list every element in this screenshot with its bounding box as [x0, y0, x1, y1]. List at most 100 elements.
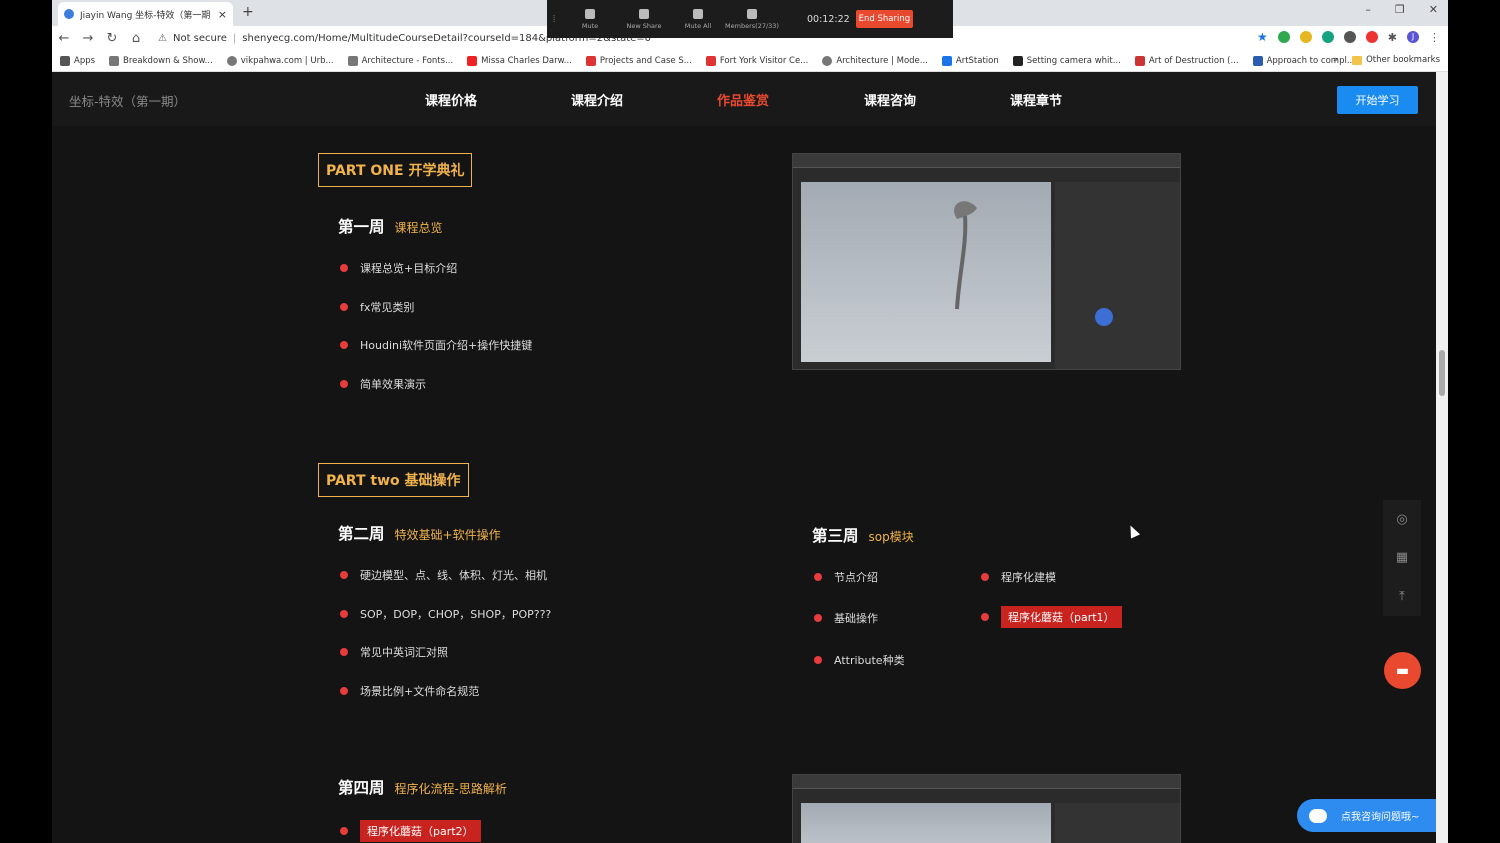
- close-window-button[interactable]: ✕: [1429, 3, 1438, 16]
- consult-button[interactable]: 点我咨询问题哦~: [1297, 799, 1436, 832]
- more-bookmarks-chevron-icon[interactable]: »: [1333, 55, 1338, 65]
- nav-works-gallery[interactable]: 作品鉴赏: [717, 90, 769, 109]
- bookmark-item[interactable]: Setting camera whit...: [1012, 55, 1121, 66]
- km-icon: [585, 55, 596, 66]
- menu-dots-icon[interactable]: ⋮: [1429, 31, 1440, 44]
- list-item: 硬边模型、点、线、体积、灯光、相机: [340, 567, 547, 583]
- list-item-highlighted[interactable]: 程序化蘑菇（part2）: [340, 820, 481, 842]
- bullet-dot-icon: [814, 614, 822, 622]
- minimize-button[interactable]: –: [1365, 3, 1371, 16]
- members-button[interactable]: Members(27/33): [725, 8, 779, 30]
- course-page: 坐标-特效（第一期） 课程价格 课程介绍 作品鉴赏 课程咨询 课程章节 开始学习…: [52, 72, 1436, 843]
- youtube-icon: [467, 55, 478, 66]
- evernote-icon[interactable]: [1277, 31, 1290, 43]
- nav-course-intro[interactable]: 课程介绍: [571, 90, 623, 109]
- bookmark-icon: [1252, 55, 1263, 66]
- mute-button[interactable]: Mute: [563, 8, 617, 30]
- list-item: 基础操作: [814, 610, 878, 626]
- bookmark-item[interactable]: Projects and Case S...: [585, 55, 692, 66]
- reload-icon[interactable]: ↻: [100, 31, 124, 46]
- other-bookmarks[interactable]: » Other bookmarks: [1333, 55, 1440, 65]
- site-brand[interactable]: 坐标-特效（第一期）: [69, 91, 186, 110]
- network-node-icon: [1095, 308, 1113, 326]
- bookmark-icon: [109, 55, 120, 66]
- scrollbar-thumb[interactable]: [1439, 350, 1445, 396]
- shield-extension-icon[interactable]: [1343, 31, 1356, 43]
- bookmark-item[interactable]: vikpahwa.com | Urb...: [226, 55, 334, 66]
- new-share-button[interactable]: New Share: [617, 8, 671, 30]
- mute-all-icon: [693, 8, 703, 19]
- puzzle-icon[interactable]: ✱: [1388, 31, 1397, 44]
- mute-all-button[interactable]: Mute All: [671, 8, 725, 30]
- browser-tab[interactable]: Jiayin Wang 坐标-特效（第一期 ×: [58, 2, 233, 26]
- bookmark-item[interactable]: ArtStation: [941, 55, 999, 66]
- restore-button[interactable]: ❐: [1395, 3, 1405, 16]
- back-arrow-icon[interactable]: ←: [52, 31, 76, 46]
- window-controls: – ❐ ✕: [1365, 3, 1438, 16]
- bookmark-star-icon[interactable]: ★: [1257, 30, 1268, 44]
- week-title: 特效基础+软件操作: [394, 528, 501, 542]
- bullet-dot-icon: [340, 687, 348, 695]
- nav-course-price[interactable]: 课程价格: [425, 90, 477, 109]
- list-item: fx常见类别: [340, 299, 414, 315]
- bookmark-icon: [347, 55, 358, 66]
- list-item: 常见中英词汇对照: [340, 644, 448, 660]
- chat-bubble-icon[interactable]: ▬: [1384, 652, 1421, 689]
- bookmark-item[interactable]: Breakdown & Show...: [109, 55, 213, 66]
- list-item: 课程总览+目标介绍: [340, 260, 457, 276]
- bookmark-item[interactable]: Art of Destruction (...: [1134, 55, 1239, 66]
- end-sharing-button[interactable]: End Sharing: [855, 10, 914, 28]
- grammarly-icon[interactable]: [1321, 31, 1334, 43]
- nav-course-consult[interactable]: 课程咨询: [864, 90, 916, 109]
- tab-close-icon[interactable]: ×: [218, 8, 227, 21]
- week-4-header: 第四周 程序化流程-思路解析: [338, 776, 507, 798]
- security-label: Not secure: [172, 32, 227, 44]
- screenshot-menubar: [793, 775, 1180, 789]
- list-item: 场景比例+文件命名规范: [340, 683, 479, 699]
- profile-avatar[interactable]: J: [1407, 31, 1419, 43]
- nav-course-chapters[interactable]: 课程章节: [1010, 90, 1062, 109]
- site-nav: 坐标-特效（第一期） 课程价格 课程介绍 作品鉴赏 课程咨询 课程章节 开始学习: [52, 72, 1436, 126]
- drag-handle-icon[interactable]: ⦙: [553, 14, 563, 25]
- week-3-header: 第三周 sop模块: [812, 524, 914, 546]
- apps-grid-icon: [60, 55, 70, 66]
- list-item: 节点介绍: [814, 569, 878, 585]
- forward-arrow-icon[interactable]: →: [76, 31, 100, 46]
- list-item: Houdini软件页面介绍+操作快捷键: [340, 337, 532, 353]
- address-separator: |: [232, 32, 237, 44]
- list-item-highlighted[interactable]: 程序化蘑菇（part1）: [981, 606, 1122, 628]
- bookmark-item[interactable]: Fort York Visitor Ce...: [705, 55, 808, 66]
- side-toolbar: ◎ ▦ ⤒: [1383, 500, 1421, 616]
- bullet-dot-icon: [814, 573, 822, 581]
- consult-label: 点我咨询问题哦~: [1341, 812, 1420, 823]
- screenshot-viewport: [801, 803, 1051, 843]
- bullet-dot-icon: [814, 656, 822, 664]
- week-2-header: 第二周 特效基础+软件操作: [338, 522, 501, 544]
- bullet-dot-icon: [340, 341, 348, 349]
- microphone-icon: [585, 8, 595, 19]
- extension-icon[interactable]: [1299, 31, 1312, 43]
- qq-icon[interactable]: ◎: [1396, 512, 1407, 527]
- bookmark-item[interactable]: Missa Charles Darw...: [467, 55, 572, 66]
- folder-icon: [1352, 55, 1363, 65]
- opera-icon[interactable]: [1365, 31, 1378, 43]
- back-to-top-icon[interactable]: ⤒: [1399, 589, 1405, 604]
- members-icon: [747, 8, 757, 19]
- screenshot-viewport: [801, 182, 1051, 362]
- page-scrollbar[interactable]: [1436, 72, 1448, 843]
- globe-icon: [822, 55, 833, 66]
- meeting-timer: 00:12:22: [807, 13, 850, 25]
- list-item: SOP，DOP，CHOP，SHOP，POP???: [340, 606, 551, 622]
- list-item: 简单效果演示: [340, 376, 426, 392]
- qr-code-icon[interactable]: ▦: [1396, 550, 1408, 565]
- bookmarks-bar: Apps Breakdown & Show... vikpahwa.com | …: [52, 50, 1448, 72]
- home-icon[interactable]: ⌂: [124, 31, 148, 46]
- tab-title: Jiayin Wang 坐标-特效（第一期: [80, 10, 211, 21]
- extension-icons: ★ ✱ J ⋮: [1257, 30, 1440, 44]
- bookmark-item[interactable]: Architecture - Fonts...: [347, 55, 453, 66]
- bookmark-item[interactable]: Architecture | Mode...: [822, 55, 928, 66]
- new-tab-button[interactable]: +: [242, 4, 254, 20]
- start-learning-button[interactable]: 开始学习: [1337, 86, 1418, 114]
- bookmark-icon: [1012, 55, 1023, 66]
- bookmark-item[interactable]: Apps: [60, 55, 95, 66]
